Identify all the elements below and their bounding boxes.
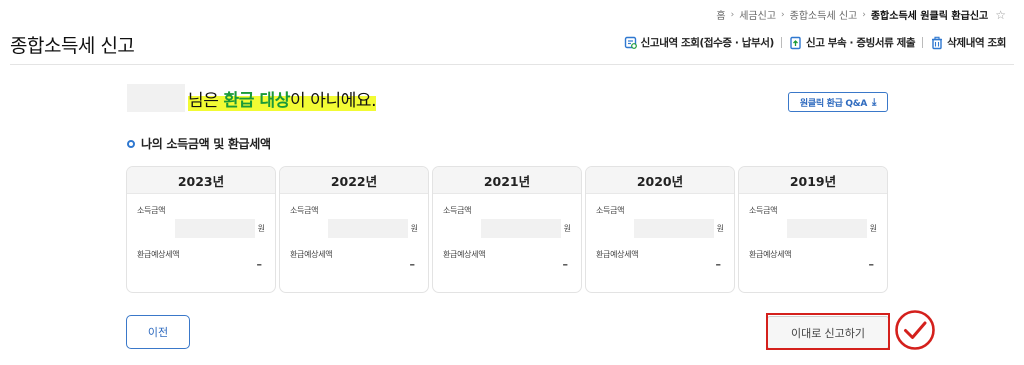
notice-text-1: 님은	[188, 90, 224, 111]
income-row: 원	[749, 219, 877, 238]
income-label: 소득금액	[596, 206, 625, 215]
masked-income-amount	[174, 219, 255, 238]
notice-refund-target: 환급 대상	[223, 90, 290, 111]
income-label: 소득금액	[443, 206, 472, 215]
refund-value: –	[409, 258, 416, 271]
refund-qa-label: 원클릭 환급 Q&A	[799, 98, 867, 109]
attachment-submit-link[interactable]: 신고 부속 · 증빙서류 제출	[789, 35, 916, 50]
refund-label: 환급예상세액	[596, 250, 639, 259]
income-unit: 원	[257, 224, 265, 233]
refund-label: 환급예상세액	[443, 250, 486, 259]
refund-value: –	[562, 258, 569, 271]
trash-icon	[930, 36, 944, 50]
refund-value: –	[868, 258, 875, 271]
year-card-body: 소득금액 원 환급예상세액 –	[739, 194, 887, 292]
refund-value: –	[256, 258, 263, 271]
income-row: 원	[137, 219, 265, 238]
year-card-2019: 2019년 소득금액 원 환급예상세액 –	[738, 166, 888, 293]
year-card-2023: 2023년 소득금액 원 환급예상세액 –	[126, 166, 276, 293]
income-label: 소득금액	[137, 206, 166, 215]
income-label: 소득금액	[749, 206, 778, 215]
prev-button[interactable]: 이전	[126, 315, 190, 349]
refund-label: 환급예상세액	[749, 250, 792, 259]
income-row: 원	[596, 219, 724, 238]
filing-history-label: 신고내역 조회(접수증 · 납부서)	[640, 37, 775, 49]
notice-text-2: 이 아니에요.	[289, 90, 377, 111]
income-row: 원	[290, 219, 418, 238]
bullet-icon	[127, 139, 135, 148]
year-card-body: 소득금액 원 환급예상세액 –	[586, 194, 734, 292]
breadcrumb: 홈 › 세금신고 › 종합소득세 신고 › 종합소득세 원클릭 환급신고 ☆	[716, 7, 1006, 23]
deleted-history-label: 삭제내역 조회	[947, 37, 1006, 49]
year-label: 2022년	[280, 167, 428, 194]
income-unit: 원	[869, 224, 877, 233]
breadcrumb-tax-filing[interactable]: 세금신고	[739, 7, 776, 22]
divider	[922, 37, 924, 48]
refund-notice: 님은 환급 대상이 아니에요.	[127, 84, 377, 112]
year-label: 2019년	[739, 167, 887, 194]
document-search-icon	[624, 36, 638, 50]
masked-income-amount	[786, 219, 867, 238]
header-divider	[10, 64, 1014, 65]
breadcrumb-separator: ›	[862, 9, 866, 20]
section-title: 나의 소득금액 및 환급세액	[127, 135, 271, 152]
year-card-body: 소득금액 원 환급예상세액 –	[280, 194, 428, 292]
breadcrumb-separator: ›	[730, 9, 735, 20]
filing-history-link[interactable]: 신고내역 조회(접수증 · 납부서)	[624, 35, 774, 50]
income-row: 원	[443, 219, 571, 238]
income-unit: 원	[563, 224, 571, 233]
year-card-2020: 2020년 소득금액 원 환급예상세액 –	[585, 166, 735, 293]
year-label: 2021년	[433, 167, 581, 194]
year-label: 2020년	[586, 167, 734, 194]
income-label: 소득금액	[290, 206, 319, 215]
document-upload-icon	[789, 36, 803, 50]
refund-label: 환급예상세액	[290, 250, 333, 259]
income-unit: 원	[410, 224, 418, 233]
refund-qa-button[interactable]: 원클릭 환급 Q&A ⤓	[788, 92, 888, 112]
header-links: 신고내역 조회(접수증 · 납부서) 신고 부속 · 증빙서류 제출 삭제내역 …	[624, 35, 1006, 50]
page-title: 종합소득세 신고	[10, 35, 135, 57]
deleted-history-link[interactable]: 삭제내역 조회	[930, 35, 1006, 50]
star-icon[interactable]: ☆	[995, 8, 1006, 22]
year-card-body: 소득금액 원 환급예상세액 –	[127, 194, 275, 292]
breadcrumb-income-tax[interactable]: 종합소득세 신고	[790, 7, 858, 22]
year-cards: 2023년 소득금액 원 환급예상세액 – 2022년 소득금액 원 환급예상세…	[126, 166, 888, 293]
masked-income-amount	[327, 219, 408, 238]
masked-user-name	[127, 84, 185, 112]
income-unit: 원	[716, 224, 724, 233]
refund-value: –	[715, 258, 722, 271]
masked-income-amount	[480, 219, 561, 238]
breadcrumb-home[interactable]: 홈	[716, 7, 725, 22]
refund-label: 환급예상세액	[137, 250, 180, 259]
year-card-body: 소득금액 원 환급예상세액 –	[433, 194, 581, 292]
year-card-2022: 2022년 소득금액 원 환급예상세액 –	[279, 166, 429, 293]
download-icon: ⤓	[872, 96, 877, 108]
annotation-check-icon	[895, 310, 935, 350]
breadcrumb-separator: ›	[781, 9, 785, 20]
year-label: 2023년	[127, 167, 275, 194]
masked-income-amount	[633, 219, 714, 238]
breadcrumb-current: 종합소득세 원클릭 환급신고	[870, 11, 989, 22]
notice-highlight-block: 님은 환급 대상이 아니에요.	[188, 85, 377, 111]
section-title-text: 나의 소득금액 및 환급세액	[141, 137, 271, 151]
submit-as-is-button[interactable]: 이대로 신고하기	[767, 316, 889, 349]
year-card-2021: 2021년 소득금액 원 환급예상세액 –	[432, 166, 582, 293]
divider	[780, 37, 782, 48]
attachment-submit-label: 신고 부속 · 증빙서류 제출	[805, 37, 916, 49]
